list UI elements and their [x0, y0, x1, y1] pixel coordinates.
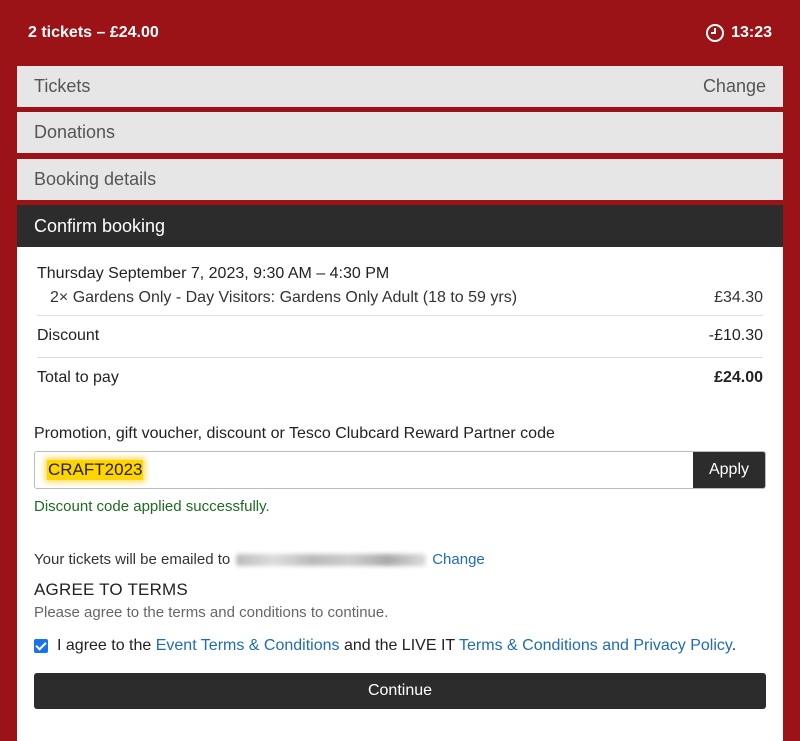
terms-text-1: I agree to the: [57, 637, 156, 654]
discount-row: Discount -£10.30: [37, 316, 763, 358]
step-tickets[interactable]: Tickets Change: [17, 66, 783, 107]
total-row: Total to pay £24.00: [37, 358, 763, 399]
terms-text-2: and the LIVE IT: [339, 637, 460, 654]
discount-label: Discount: [37, 327, 100, 344]
ticket-line-price: £34.30: [714, 289, 763, 306]
terms-agreement-text: I agree to the Event Terms & Conditions …: [57, 635, 736, 657]
terms-text-3: .: [731, 637, 737, 654]
ticket-line-item: 2× Gardens Only - Day Visitors: Gardens …: [37, 283, 763, 316]
step-booking-details-label: Booking details: [34, 169, 157, 189]
step-tickets-label: Tickets: [34, 76, 91, 96]
redacted-email: [236, 553, 427, 566]
step-booking-details[interactable]: Booking details: [17, 159, 783, 200]
promo-code-value: CRAFT2023: [47, 460, 144, 480]
step-donations[interactable]: Donations: [17, 112, 783, 153]
top-bar: 2 tickets – £24.00 13:23: [0, 0, 800, 66]
terms-title: AGREE TO TERMS: [34, 580, 188, 599]
promo-code-label: Promotion, gift voucher, discount or Tes…: [34, 425, 555, 442]
liveit-terms-link[interactable]: Terms & Conditions and Privacy Policy: [459, 637, 732, 654]
apply-button[interactable]: Apply: [693, 452, 765, 488]
total-label: Total to pay: [37, 369, 119, 386]
ticket-line-label: 2× Gardens Only - Day Visitors: Gardens …: [50, 289, 518, 306]
email-notice-text: Your tickets will be emailed to: [34, 551, 231, 568]
step-donations-label: Donations: [34, 122, 116, 142]
timer-value: 13:23: [731, 24, 772, 41]
event-terms-link[interactable]: Event Terms & Conditions: [156, 637, 340, 654]
promo-code-group: CRAFT2023 Apply: [34, 451, 766, 489]
step-confirm-label: Confirm booking: [34, 215, 166, 236]
email-notice: Your tickets will be emailed to Change: [34, 551, 766, 568]
total-value: £24.00: [714, 369, 763, 386]
discount-value: -£10.30: [708, 327, 763, 344]
promo-code-input[interactable]: CRAFT2023: [35, 452, 693, 488]
agree-checkbox[interactable]: [34, 639, 48, 653]
promo-success-message: Discount code applied successfully.: [34, 498, 270, 515]
countdown-timer: 13:23: [705, 23, 772, 43]
confirm-booking-panel: Thursday September 7, 2023, 9:30 AM – 4:…: [17, 247, 783, 741]
clock-icon: [706, 24, 725, 42]
email-change-link[interactable]: Change: [432, 551, 485, 568]
order-summary: Thursday September 7, 2023, 9:30 AM – 4:…: [34, 265, 766, 399]
order-summary-text: 2 tickets – £24.00: [28, 24, 159, 41]
continue-button[interactable]: Continue: [34, 673, 766, 709]
event-date: Thursday September 7, 2023, 9:30 AM – 4:…: [37, 265, 390, 282]
terms-subtitle: Please agree to the terms and conditions…: [34, 604, 389, 621]
step-confirm-booking: Confirm booking: [17, 205, 783, 247]
tickets-change-link[interactable]: Change: [703, 76, 766, 97]
terms-agreement: I agree to the Event Terms & Conditions …: [34, 635, 766, 657]
